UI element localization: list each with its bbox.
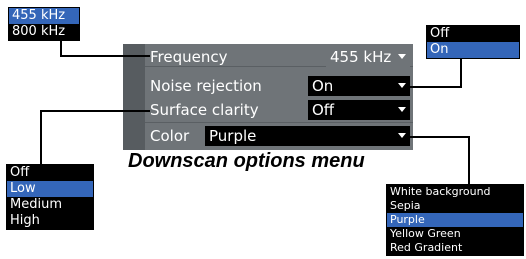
color-options-popup: White background Sepia Purple Yellow Gre…: [386, 184, 524, 256]
connector-line: [40, 110, 150, 112]
connector-line: [410, 86, 462, 88]
color-option[interactable]: Purple: [387, 213, 523, 227]
frequency-row[interactable]: Frequency 455 kHz: [150, 46, 410, 68]
noise-rejection-dropdown[interactable]: On: [308, 76, 410, 96]
surface-clarity-dropdown[interactable]: Off: [308, 100, 410, 120]
noise-rejection-value: On: [312, 77, 334, 95]
chevron-down-icon: [398, 54, 406, 59]
color-label: Color: [150, 127, 190, 145]
figure-caption: Downscan options menu: [128, 150, 365, 172]
color-option[interactable]: Yellow Green: [387, 227, 523, 241]
noise-rejection-option[interactable]: On: [427, 42, 519, 58]
surface-clarity-label: Surface clarity: [150, 101, 259, 119]
noise-rejection-label: Noise rejection: [150, 77, 262, 95]
surface-clarity-option[interactable]: Medium: [7, 197, 93, 213]
frequency-dropdown[interactable]: 455 kHz: [326, 47, 410, 67]
connector-line: [60, 55, 150, 57]
menu-side-rail: [123, 44, 145, 150]
menu-divider: [145, 122, 413, 123]
connector-line: [410, 136, 470, 138]
noise-rejection-row[interactable]: Noise rejection On: [150, 75, 410, 97]
noise-rejection-options-popup: Off On: [426, 25, 520, 59]
frequency-label: Frequency: [150, 48, 228, 66]
color-option[interactable]: White background: [387, 185, 523, 199]
color-dropdown[interactable]: Purple: [205, 126, 410, 146]
connector-line: [40, 110, 42, 165]
frequency-options-popup: 455 kHz 800 kHz: [8, 7, 80, 41]
surface-clarity-option[interactable]: Off: [7, 165, 93, 181]
surface-clarity-row[interactable]: Surface clarity Off: [150, 99, 410, 121]
frequency-option[interactable]: 800 kHz: [9, 24, 79, 40]
connector-line: [460, 58, 462, 88]
connector-line: [468, 136, 470, 185]
chevron-down-icon: [398, 107, 406, 112]
noise-rejection-option[interactable]: Off: [427, 26, 519, 42]
chevron-down-icon: [398, 133, 406, 138]
surface-clarity-value: Off: [312, 101, 335, 119]
surface-clarity-option[interactable]: High: [7, 213, 93, 229]
color-value: Purple: [209, 127, 257, 145]
color-row[interactable]: Color Purple: [150, 125, 410, 147]
surface-clarity-options-popup: Off Low Medium High: [6, 164, 94, 230]
color-option[interactable]: Sepia: [387, 199, 523, 213]
color-option[interactable]: Red Gradient: [387, 241, 523, 255]
frequency-value: 455 kHz: [330, 48, 392, 66]
chevron-down-icon: [398, 83, 406, 88]
frequency-option[interactable]: 455 kHz: [9, 8, 79, 24]
surface-clarity-option[interactable]: Low: [7, 181, 93, 197]
